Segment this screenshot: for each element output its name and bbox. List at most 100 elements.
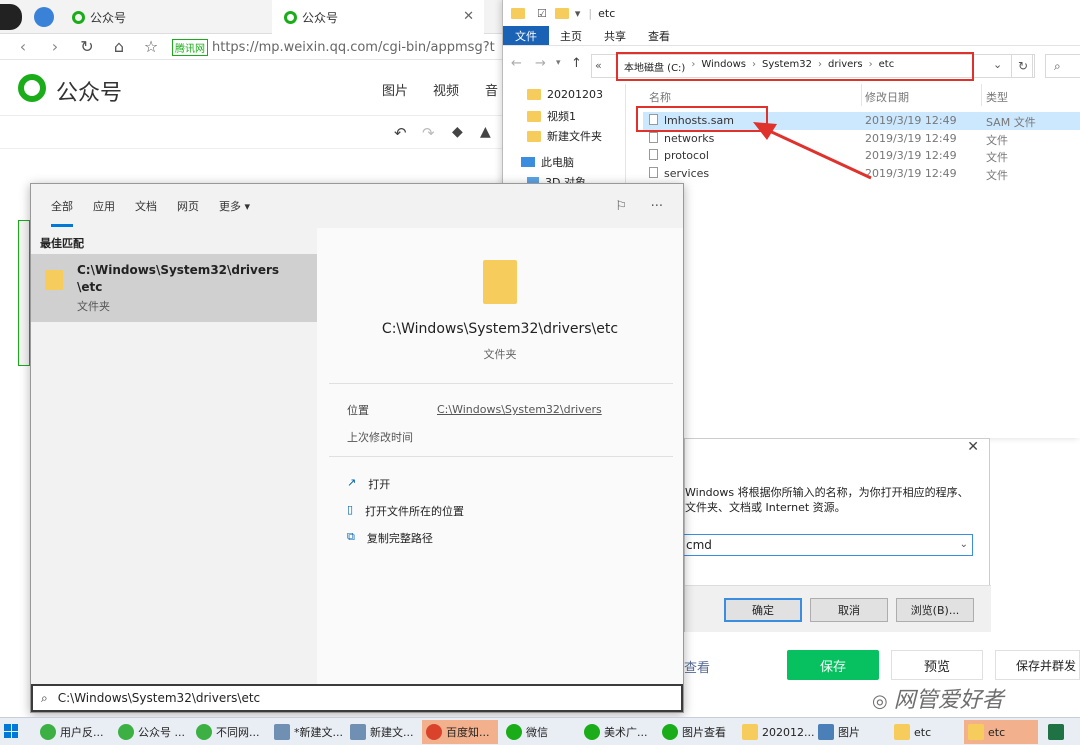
browse-button[interactable]: 浏览(B)... [896, 598, 974, 622]
taskbar-item[interactable]: etc [890, 720, 931, 744]
close-icon[interactable]: ✕ [967, 439, 979, 455]
undo-icon[interactable]: ↶ [394, 124, 407, 142]
taskbar-item[interactable]: 新建文... [346, 720, 414, 744]
chevron-down-icon[interactable]: ⌄ [960, 535, 968, 555]
recent-dropdown-icon[interactable]: ▾ [556, 58, 561, 68]
save-button[interactable]: 保存 [787, 650, 879, 680]
taskbar-item[interactable]: 不同网... [192, 720, 260, 744]
taskbar-item[interactable]: 用户反... [36, 720, 104, 744]
file-type: SAM 文件 [986, 116, 1036, 129]
search-input[interactable]: ⌕ C:\Windows\System32\drivers\etc [31, 684, 683, 712]
search-tab-more[interactable]: 更多 ▾ [219, 198, 250, 214]
preview-subtitle: 文件夹 [483, 348, 517, 361]
watermark: ◎ 网管爱好者 [872, 688, 1004, 713]
search-tab-web[interactable]: 网页 [177, 198, 199, 214]
taskbar-item[interactable]: *新建文... [270, 720, 343, 744]
taskbar-item[interactable]: 微信 [502, 720, 548, 744]
feedback-icon[interactable]: ⚐ [615, 199, 627, 214]
taskbar-item-excel[interactable] [1044, 720, 1068, 744]
search-tab-docs[interactable]: 文档 [135, 198, 157, 214]
forward-icon[interactable]: › [46, 37, 64, 56]
eraser-icon[interactable]: ◆ [452, 124, 463, 140]
copy-icon: ⧉ [347, 530, 355, 543]
action-open-location[interactable]: ▯ 打开文件所在的位置 [347, 503, 464, 519]
folder-icon [554, 7, 569, 19]
up-icon[interactable]: ↑ [571, 56, 582, 71]
notepad-icon [350, 724, 366, 740]
refresh-icon[interactable]: ↻ [78, 37, 96, 56]
brush-icon[interactable]: ▲ [480, 124, 491, 140]
menu-audio[interactable]: 音 [485, 80, 498, 99]
redo-icon[interactable]: ↷ [422, 124, 435, 142]
taskbar-item[interactable]: 公众号 ... [114, 720, 185, 744]
column-header-type[interactable]: 类型 [986, 89, 1008, 105]
search-icon: ⌕ [41, 690, 48, 705]
taskbar-item[interactable]: 图片 [814, 720, 860, 744]
breadcrumb-item[interactable]: 本地磁盘 (C:) [624, 59, 685, 74]
action-open[interactable]: ↗ 打开 [347, 476, 390, 492]
save-and-send-button[interactable]: 保存并群发 [995, 650, 1080, 680]
quick-access-dropdown-icon[interactable]: ▾ [575, 7, 581, 20]
file-icon [649, 132, 658, 143]
search-icon[interactable]: ⌕ [1045, 54, 1080, 78]
chevron-down-icon[interactable]: ⌄ [993, 58, 1002, 71]
windows-start-icon[interactable] [4, 724, 18, 738]
ribbon-tab-share[interactable]: 共享 [593, 26, 637, 45]
search-tab-all[interactable]: 全部 [51, 198, 73, 227]
breadcrumb-item[interactable]: etc [879, 59, 895, 74]
best-match-result[interactable]: C:\Windows\System32\drivers \etc 文件夹 [31, 254, 317, 322]
column-header-date[interactable]: 修改日期 [865, 89, 909, 105]
checkbox-icon[interactable]: ☑ [537, 7, 547, 20]
action-copy-path[interactable]: ⧉ 复制完整路径 [347, 530, 433, 546]
taskbar-item[interactable]: 美术广... [580, 720, 648, 744]
taskbar-item[interactable]: etc [964, 720, 1038, 744]
cancel-button[interactable]: 取消 [810, 598, 888, 622]
weixin-logo-icon [18, 74, 46, 102]
ribbon-tab-file[interactable]: 文件 [503, 26, 549, 45]
menu-video[interactable]: 视频 [433, 80, 459, 99]
forward-icon[interactable]: → [535, 56, 546, 71]
back-icon[interactable]: ‹ [14, 37, 32, 56]
back-icon[interactable]: ← [511, 56, 522, 71]
view-link[interactable]: 查看 [684, 657, 710, 676]
url-field[interactable]: 腾讯网 https://mp.weixin.qq.com/cgi-bin/app… [172, 36, 512, 58]
tab-gongzhonghao-2[interactable]: 公众号 ✕ [272, 0, 484, 34]
ok-button[interactable]: 确定 [724, 598, 802, 622]
folder-icon [527, 110, 541, 122]
taskbar-item[interactable]: 百度知... [422, 720, 498, 744]
nav-item-video1[interactable]: 视频1 [527, 108, 576, 124]
table-row[interactable]: protocol [649, 149, 709, 162]
taskbar-item[interactable]: 图片查看 [658, 720, 726, 744]
run-input[interactable]: cmd ⌄ [683, 534, 973, 556]
tab-gongzhonghao-1[interactable]: 公众号 [60, 0, 270, 34]
table-row[interactable]: lmhosts.sam [649, 114, 734, 127]
preview-button[interactable]: 预览 [891, 650, 983, 680]
home-icon[interactable]: ⌂ [110, 37, 128, 56]
search-panel: 全部 应用 文档 网页 更多 ▾ ⚐ ··· 最佳匹配 C:\Windows\S… [30, 183, 684, 713]
excel-icon [1048, 724, 1064, 740]
nav-item-this-pc[interactable]: 此电脑 [521, 154, 574, 170]
column-header-name[interactable]: 名称 [649, 89, 671, 105]
location-link[interactable]: C:\Windows\System32\drivers [437, 403, 602, 416]
wechat-icon [584, 724, 600, 740]
wechat-watermark-icon: ◎ [872, 691, 888, 712]
menu-images[interactable]: 图片 [382, 80, 408, 99]
table-row[interactable]: services [649, 167, 709, 180]
refresh-icon[interactable]: ↻ [1011, 54, 1035, 78]
breadcrumb-item[interactable]: Windows [701, 59, 746, 74]
breadcrumb-item[interactable]: System32 [762, 59, 812, 74]
ribbon-tab-view[interactable]: 查看 [637, 26, 681, 45]
file-icon [649, 149, 658, 160]
nav-item-20201203[interactable]: 20201203 [527, 88, 603, 101]
close-icon[interactable]: ✕ [463, 9, 474, 24]
search-tab-apps[interactable]: 应用 [93, 198, 115, 214]
table-row[interactable]: networks [649, 132, 714, 145]
more-options-icon[interactable]: ··· [651, 199, 663, 214]
taskbar-item[interactable]: 202012... [738, 720, 814, 744]
breadcrumb-item[interactable]: drivers [828, 59, 863, 74]
nav-item-new-folder[interactable]: 新建文件夹 [527, 128, 602, 144]
star-icon[interactable]: ☆ [142, 37, 160, 56]
ribbon-tab-home[interactable]: 主页 [549, 26, 593, 45]
explorer-title: etc [598, 6, 616, 20]
navigate-icon[interactable] [34, 7, 54, 27]
